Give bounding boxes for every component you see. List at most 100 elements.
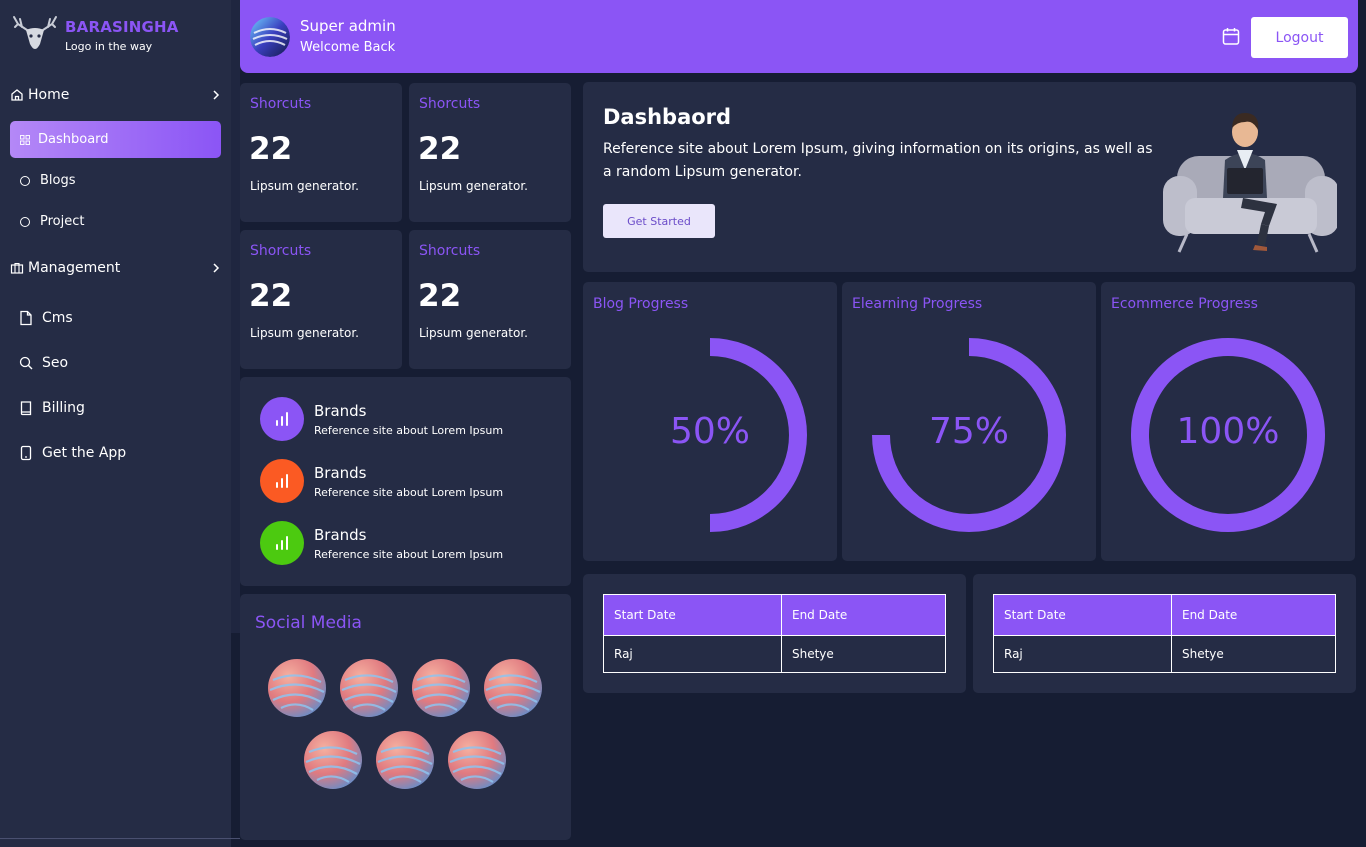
shortcut-desc: Lipsum generator. <box>250 179 359 193</box>
brand-item[interactable]: Brands Reference site about Lorem Ipsum <box>260 459 503 503</box>
page-title: Dashbaord <box>603 105 732 129</box>
grid-icon <box>20 134 30 145</box>
file-icon <box>20 310 32 326</box>
social-sphere-icon[interactable] <box>339 658 399 718</box>
sidebar-divider <box>0 838 240 839</box>
table-header: End Date <box>1170 594 1337 636</box>
shortcut-desc: Lipsum generator. <box>250 326 359 340</box>
sidebar-link-cms[interactable]: Cms <box>19 310 73 326</box>
brands-card: Brands Reference site about Lorem Ipsum … <box>240 377 571 586</box>
brand-title: Brands <box>314 401 367 420</box>
social-sphere-icon[interactable] <box>411 658 471 718</box>
sidebar-item-blogs[interactable]: Blogs <box>10 162 221 199</box>
sidebar-item-label: Blogs <box>40 173 76 188</box>
progress-value: 100% <box>1176 411 1280 452</box>
phone-icon <box>20 445 32 461</box>
brand-item[interactable]: Brands Reference site about Lorem Ipsum <box>260 521 503 565</box>
sidebar-item-label: Dashboard <box>38 132 109 147</box>
sidebar-link-label: Get the App <box>42 445 127 461</box>
hero-description: Reference site about Lorem Ipsum, giving… <box>603 141 1153 180</box>
logout-button[interactable]: Logout <box>1251 17 1348 58</box>
date-table: Start Date End Date Raj Shetye <box>603 594 947 673</box>
table-cell: Shetye <box>1170 635 1337 673</box>
sidebar-link-seo[interactable]: Seo <box>19 355 68 371</box>
social-sphere-icon[interactable] <box>483 658 543 718</box>
sidebar-item-label: Project <box>40 214 85 229</box>
shortcut-title: Shorcuts <box>419 96 481 112</box>
shortcut-title: Shorcuts <box>250 243 312 259</box>
social-sphere-icon[interactable] <box>375 730 435 790</box>
person-on-sofa-illustration <box>1163 112 1337 253</box>
shortcut-value: 22 <box>249 131 293 167</box>
user-name: Super admin <box>300 17 396 35</box>
sidebar: BARASINGHA Logo in the way Home Dashboar… <box>0 0 231 847</box>
sidebar-item-project[interactable]: Project <box>10 203 221 240</box>
circle-icon <box>20 175 30 186</box>
sidebar-edge <box>231 0 240 633</box>
top-header: Super admin Welcome Back Logout <box>240 0 1358 73</box>
deer-logo-icon <box>13 16 57 49</box>
social-sphere-icon[interactable] <box>447 730 507 790</box>
table-row[interactable]: Raj Shetye <box>603 635 947 673</box>
nav-section-management[interactable]: Management <box>10 260 221 276</box>
brand-icon-bg <box>260 397 304 441</box>
brand-subtitle: Logo in the way <box>65 39 153 53</box>
shortcut-value: 22 <box>418 131 462 167</box>
dashboard-hero: Dashbaord Reference site about Lorem Ips… <box>583 82 1356 272</box>
shortcut-card[interactable]: Shorcuts 22 Lipsum generator. <box>240 83 402 222</box>
get-started-button[interactable]: Get Started <box>603 204 715 238</box>
sidebar-link-label: Cms <box>42 310 73 326</box>
shortcut-value: 22 <box>249 278 293 314</box>
avatar[interactable] <box>250 17 290 57</box>
social-sphere-icon[interactable] <box>303 730 363 790</box>
table-cell: Raj <box>603 635 782 673</box>
table-header: End Date <box>780 594 947 636</box>
brand-icon-bg <box>260 521 304 565</box>
brand-sub: Reference site about Lorem Ipsum <box>314 485 504 499</box>
brand-title: BARASINGHA <box>65 17 179 36</box>
book-icon <box>20 401 32 416</box>
logo[interactable]: BARASINGHA Logo in the way <box>12 14 179 56</box>
shortcut-desc: Lipsum generator. <box>419 179 528 193</box>
sidebar-link-get-the-app[interactable]: Get the App <box>19 445 126 461</box>
date-table-card: Start Date End Date Raj Shetye <box>583 574 966 693</box>
date-table: Start Date End Date Raj Shetye <box>993 594 1337 673</box>
brand-sub: Reference site about Lorem Ipsum <box>314 547 504 561</box>
social-media-title: Social Media <box>255 613 362 633</box>
sidebar-link-billing[interactable]: Billing <box>19 400 85 416</box>
shortcut-card[interactable]: Shorcuts 22 Lipsum generator. <box>409 83 571 222</box>
sidebar-item-dashboard[interactable]: Dashboard <box>10 121 221 158</box>
progress-title: Elearning Progress <box>852 296 983 312</box>
sidebar-link-label: Billing <box>42 400 85 416</box>
briefcase-icon <box>10 262 24 274</box>
circle-icon <box>20 216 30 227</box>
bar-chart-icon <box>276 412 288 426</box>
nav-home-label: Home <box>28 87 70 103</box>
brand-sub: Reference site about Lorem Ipsum <box>314 423 504 437</box>
search-icon <box>19 356 33 370</box>
progress-title: Ecommerce Progress <box>1111 296 1258 312</box>
shortcut-desc: Lipsum generator. <box>419 326 528 340</box>
date-table-card: Start Date End Date Raj Shetye <box>973 574 1356 693</box>
chevron-right-icon <box>213 90 220 100</box>
brand-title: Brands <box>314 463 367 482</box>
progress-value: 75% <box>928 411 1009 452</box>
nav-section-home[interactable]: Home <box>10 87 221 103</box>
shortcut-value: 22 <box>418 278 462 314</box>
table-cell: Shetye <box>780 635 947 673</box>
shortcut-title: Shorcuts <box>250 96 312 112</box>
nav-management-label: Management <box>28 260 121 276</box>
progress-card-ecommerce: Ecommerce Progress 100% <box>1101 282 1355 561</box>
brand-icon-bg <box>260 459 304 503</box>
brand-item[interactable]: Brands Reference site about Lorem Ipsum <box>260 397 503 441</box>
shortcut-title: Shorcuts <box>419 243 481 259</box>
shortcut-card[interactable]: Shorcuts 22 Lipsum generator. <box>409 230 571 369</box>
progress-card-elearning: Elearning Progress 75% <box>842 282 1096 561</box>
table-row[interactable]: Raj Shetye <box>993 635 1337 673</box>
calendar-icon[interactable] <box>1222 27 1240 46</box>
progress-title: Blog Progress <box>593 296 689 312</box>
progress-value: 50% <box>669 411 750 452</box>
bar-chart-icon <box>276 474 288 488</box>
shortcut-card[interactable]: Shorcuts 22 Lipsum generator. <box>240 230 402 369</box>
social-sphere-icon[interactable] <box>267 658 327 718</box>
